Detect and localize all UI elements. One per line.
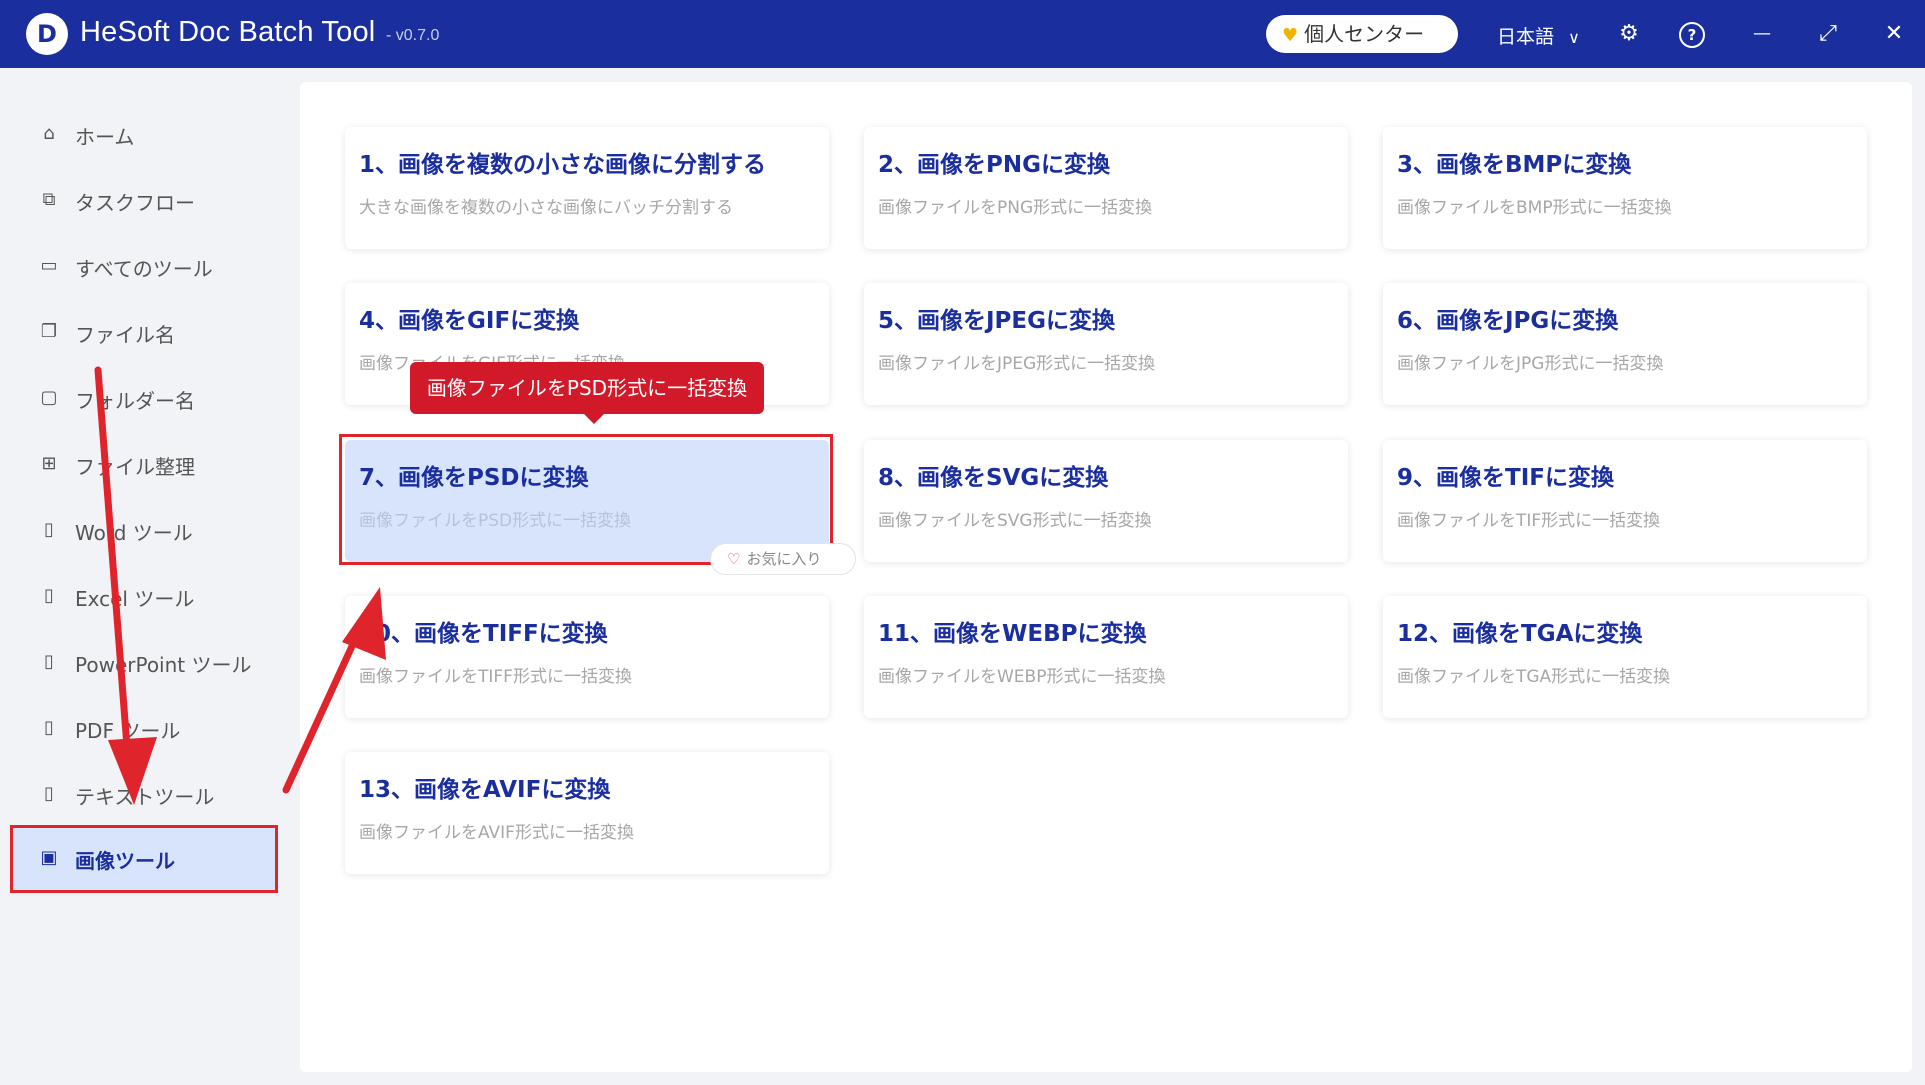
tool-card-title: 2、画像をPNGに変換 — [878, 152, 1110, 178]
excel-icon: ▯ — [44, 585, 54, 606]
tool-card-to-jpeg[interactable]: 5、画像をJPEGに変換 画像ファイルをJPEG形式に一括変換 — [864, 283, 1348, 405]
title-bar: D HeSoft Doc Batch Tool - v0.7.0 ♥ 個人センター… — [0, 0, 1925, 68]
sidebar-item-pdf-tools[interactable]: ▯ PDF ツール — [10, 696, 278, 760]
tool-card-description: 画像ファイルをSVG形式に一括変換 — [878, 511, 1152, 531]
tool-card-description: 画像ファイルをJPG形式に一括変換 — [1397, 354, 1664, 374]
tool-card-description: 画像ファイルをTIFF形式に一括変換 — [359, 667, 632, 687]
sidebar-item-file-organize[interactable]: ⊞ ファイル整理 — [10, 432, 278, 496]
sidebar-item-powerpoint-tools[interactable]: ▯ PowerPoint ツール — [10, 630, 278, 694]
tool-card-title: 7、画像をPSDに変換 — [359, 465, 589, 491]
sidebar-item-text-tools[interactable]: ▯ テキストツール — [10, 762, 278, 826]
sidebar-item-label: テキストツール — [75, 785, 215, 809]
tool-card-description: 画像ファイルをTIF形式に一括変換 — [1397, 511, 1661, 531]
tool-card-title: 3、画像をBMPに変換 — [1397, 152, 1632, 178]
sidebar-item-taskflow[interactable]: ⧉ タスクフロー — [10, 168, 278, 232]
file-copy-icon: ❐ — [40, 321, 58, 342]
sidebar-item-image-tools[interactable]: ▣ 画像ツール — [10, 825, 278, 893]
heart-icon: ♡ — [727, 550, 741, 568]
sidebar-item-label: PowerPoint ツール — [75, 653, 252, 677]
app-logo-icon: D — [26, 13, 68, 55]
sidebar-item-label: ファイル名 — [75, 323, 175, 347]
tool-card-to-jpg[interactable]: 6、画像をJPGに変換 画像ファイルをJPG形式に一括変換 — [1383, 283, 1867, 405]
tool-card-title: 8、画像をSVGに変換 — [878, 465, 1109, 491]
word-icon: ▯ — [44, 519, 54, 540]
app-title: HeSoft Doc Batch Tool — [80, 16, 376, 48]
sidebar-item-label: ホーム — [75, 125, 135, 149]
vip-gem-icon: ♥ — [1282, 25, 1299, 46]
text-file-icon: ▯ — [44, 783, 54, 804]
close-icon[interactable]: ✕ — [1878, 18, 1910, 50]
tooltip: 画像ファイルをPSD形式に一括変換 — [410, 362, 764, 424]
tool-card-split-image[interactable]: 1、画像を複数の小さな画像に分割する 大きな画像を複数の小さな画像にバッチ分割す… — [345, 127, 829, 249]
chevron-down-icon: ∨ — [1568, 28, 1580, 47]
user-center-button[interactable]: ♥ 個人センター — [1266, 15, 1458, 53]
sidebar-item-label: タスクフロー — [75, 191, 195, 215]
tool-card-description: 画像ファイルをWEBP形式に一括変換 — [878, 667, 1166, 687]
tool-card-description: 画像ファイルをJPEG形式に一括変換 — [878, 354, 1156, 374]
tool-card-description: 大きな画像を複数の小さな画像にバッチ分割する — [359, 198, 733, 218]
sidebar-item-label: Word ツール — [75, 521, 193, 545]
tool-card-title: 11、画像をWEBPに変換 — [878, 621, 1147, 647]
tool-card-title: 13、画像をAVIFに変換 — [359, 777, 611, 803]
tool-card-description: 画像ファイルをAVIF形式に一括変換 — [359, 823, 634, 843]
minimize-icon[interactable]: — — [1746, 18, 1778, 50]
sidebar-item-label: フォルダー名 — [75, 389, 195, 413]
language-selector[interactable]: 日本語 ∨ — [1497, 22, 1580, 49]
sidebar-item-label: ファイル整理 — [75, 455, 195, 479]
image-icon: ▣ — [40, 847, 58, 868]
tool-card-title: 6、画像をJPGに変換 — [1397, 308, 1619, 334]
sidebar: ⌂ ホーム ⧉ タスクフロー ▭ すべてのツール ❐ ファイル名 ▢ フォルダー… — [0, 68, 290, 1085]
monitor-icon: ▭ — [40, 255, 58, 276]
flow-icon: ⧉ — [42, 189, 56, 210]
tool-card-title: 12、画像をTGAに変換 — [1397, 621, 1643, 647]
tool-card-description: 画像ファイルをPSD形式に一括変換 — [359, 511, 632, 531]
tool-card-to-svg[interactable]: 8、画像をSVGに変換 画像ファイルをSVG形式に一括変換 — [864, 440, 1348, 562]
pdf-icon: ▯ — [44, 717, 54, 738]
sidebar-item-label: Excel ツール — [75, 587, 195, 611]
settings-gear-icon[interactable]: ⚙ — [1613, 18, 1645, 50]
sidebar-item-home[interactable]: ⌂ ホーム — [10, 102, 278, 166]
sidebar-item-all-tools[interactable]: ▭ すべてのツール — [10, 234, 278, 298]
tool-card-to-webp[interactable]: 11、画像をWEBPに変換 画像ファイルをWEBP形式に一括変換 — [864, 596, 1348, 718]
tool-card-title: 5、画像をJPEGに変換 — [878, 308, 1116, 334]
tool-card-title: 9、画像をTIFに変換 — [1397, 465, 1614, 491]
favorite-button[interactable]: ♡ お気に入り — [710, 543, 856, 575]
tool-card-to-png[interactable]: 2、画像をPNGに変換 画像ファイルをPNG形式に一括変換 — [864, 127, 1348, 249]
tool-grid-panel: 1、画像を複数の小さな画像に分割する 大きな画像を複数の小さな画像にバッチ分割す… — [300, 82, 1912, 1072]
sidebar-item-filename[interactable]: ❐ ファイル名 — [10, 300, 278, 364]
sidebar-item-word-tools[interactable]: ▯ Word ツール — [10, 498, 278, 562]
tool-card-title: 10、画像をTIFFに変換 — [359, 621, 608, 647]
tool-card-to-bmp[interactable]: 3、画像をBMPに変換 画像ファイルをBMP形式に一括変換 — [1383, 127, 1867, 249]
app-version: - v0.7.0 — [386, 27, 440, 44]
tool-card-title: 1、画像を複数の小さな画像に分割する — [359, 152, 767, 178]
powerpoint-icon: ▯ — [44, 651, 54, 672]
favorite-label: お気に入り — [746, 550, 822, 568]
sidebar-item-label: 画像ツール — [75, 849, 175, 873]
user-center-label: 個人センター — [1304, 22, 1425, 46]
sidebar-item-foldername[interactable]: ▢ フォルダー名 — [10, 366, 278, 430]
help-icon[interactable]: ? — [1679, 22, 1705, 48]
tool-card-to-tif[interactable]: 9、画像をTIFに変換 画像ファイルをTIF形式に一括変換 — [1383, 440, 1867, 562]
home-icon: ⌂ — [43, 123, 55, 144]
sidebar-item-label: PDF ツール — [75, 719, 181, 743]
organize-icon: ⊞ — [41, 453, 57, 474]
tool-card-description: 画像ファイルをTGA形式に一括変換 — [1397, 667, 1671, 687]
tool-card-description: 画像ファイルをPNG形式に一括変換 — [878, 198, 1153, 218]
tool-card-to-tiff[interactable]: 10、画像をTIFFに変換 画像ファイルをTIFF形式に一括変換 — [345, 596, 829, 718]
sidebar-item-label: すべてのツール — [75, 257, 213, 281]
tool-card-description: 画像ファイルをBMP形式に一括変換 — [1397, 198, 1672, 218]
tool-card-to-avif[interactable]: 13、画像をAVIFに変換 画像ファイルをAVIF形式に一括変換 — [345, 752, 829, 874]
language-label: 日本語 — [1497, 26, 1555, 48]
tool-card-to-tga[interactable]: 12、画像をTGAに変換 画像ファイルをTGA形式に一括変換 — [1383, 596, 1867, 718]
folder-icon: ▢ — [40, 387, 58, 408]
maximize-icon[interactable]: ⤢ — [1812, 18, 1844, 50]
sidebar-item-excel-tools[interactable]: ▯ Excel ツール — [10, 564, 278, 628]
tool-card-title: 4、画像をGIFに変換 — [359, 308, 580, 334]
